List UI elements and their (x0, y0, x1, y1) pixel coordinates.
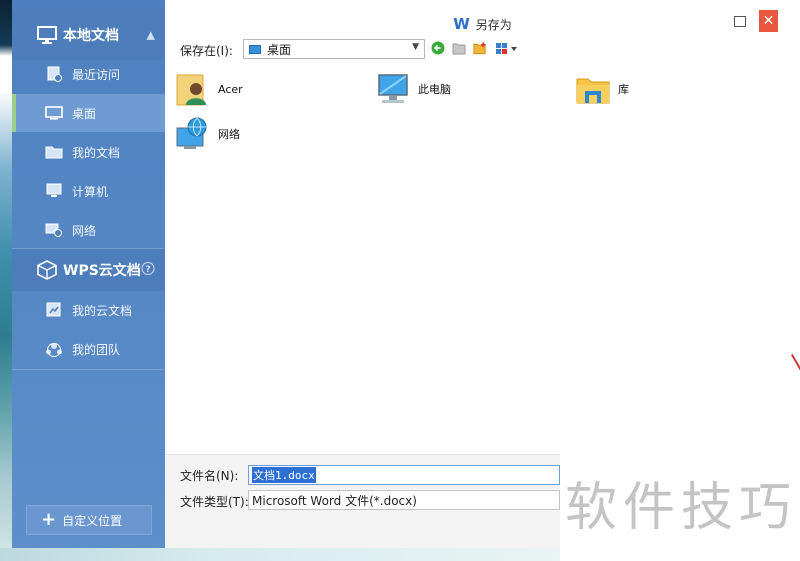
sidebar-item-team[interactable]: 我的团队 (12, 330, 165, 368)
filename-label: 文件名(N): (180, 469, 239, 483)
desktop-icon (249, 44, 261, 54)
save-in-label: 保存在(I): (180, 44, 233, 58)
user-folder-icon (175, 71, 211, 107)
help-icon[interactable]: ? (141, 262, 155, 279)
sidebar: 本地文档 ▲ 最近访问 桌面 我的文档 计算机 网络 WPS云文档 ? 我的云文… (12, 0, 165, 548)
filetype-label: 文件类型(T): (180, 495, 249, 509)
sidebar-item-label: 最近访问 (72, 67, 121, 82)
custom-location-button[interactable]: + 自定义位置 (26, 505, 152, 535)
cube-icon (37, 260, 57, 280)
file-item-this-pc[interactable]: 此电脑 (375, 71, 451, 107)
wps-writer-icon: W (453, 15, 470, 33)
file-item-network[interactable]: 网络 (175, 116, 240, 152)
sidebar-item-recent[interactable]: 最近访问 (12, 55, 165, 93)
chevron-down-icon: ▼ (412, 42, 419, 52)
monitor-icon (37, 25, 57, 45)
team-icon (45, 341, 63, 357)
local-docs-header[interactable]: 本地文档 ▲ (12, 10, 165, 60)
location-value: 桌面 (267, 42, 292, 57)
chevron-up-icon[interactable]: ▲ (147, 29, 155, 42)
custom-location-label: 自定义位置 (62, 513, 123, 528)
file-list: Acer 此电脑 库 网络 (165, 65, 800, 450)
documents-icon (45, 144, 63, 160)
new-folder-icon[interactable] (473, 41, 487, 55)
sidebar-item-desktop[interactable]: 桌面 (12, 94, 165, 132)
sidebar-item-label: 我的云文档 (72, 303, 133, 318)
close-icon: ✕ (762, 13, 775, 29)
wps-cloud-header[interactable]: WPS云文档 ? (12, 249, 165, 291)
file-name: 库 (618, 83, 629, 96)
desktop-icon (45, 105, 63, 121)
computer-icon (45, 183, 63, 199)
view-menu-icon[interactable] (495, 41, 519, 55)
sidebar-item-documents[interactable]: 我的文档 (12, 133, 165, 171)
svg-text:?: ? (145, 265, 150, 275)
network-icon (45, 222, 63, 238)
filename-value: 文档1.docx (252, 467, 316, 483)
filetype-value: Microsoft Word 文件(*.docx) (252, 493, 417, 508)
sidebar-item-label: 我的文档 (72, 145, 121, 160)
dialog-title: 另存为 (475, 17, 512, 32)
back-icon[interactable] (431, 41, 445, 55)
location-dropdown[interactable]: 桌面 ▼ (243, 39, 425, 59)
sidebar-item-label: 我的团队 (72, 342, 121, 357)
sidebar-item-computer[interactable]: 计算机 (12, 172, 165, 210)
sidebar-item-cloud-docs[interactable]: 我的云文档 (12, 291, 165, 329)
this-pc-icon (375, 71, 411, 107)
location-toolbar: 保存在(I): 桌面 ▼ (165, 38, 800, 60)
watermark-text: 软件技巧 (565, 478, 798, 538)
wps-cloud-title: WPS云文档 (63, 263, 141, 279)
sidebar-item-label: 桌面 (72, 106, 97, 121)
desktop-background-bottom (0, 548, 560, 561)
up-folder-icon[interactable] (452, 41, 466, 55)
close-button[interactable]: ✕ (759, 10, 778, 32)
file-item-acer[interactable]: Acer (175, 71, 243, 107)
file-name: 此电脑 (418, 83, 451, 96)
filetype-select[interactable]: Microsoft Word 文件(*.docx) (248, 490, 560, 510)
sidebar-item-network[interactable]: 网络 (12, 211, 165, 249)
local-docs-title: 本地文档 (63, 28, 119, 44)
file-item-library[interactable]: 库 (575, 71, 629, 107)
library-icon (575, 71, 611, 107)
maximize-button[interactable] (734, 16, 746, 27)
dialog-titlebar: W 另存为 (165, 12, 800, 36)
filename-input[interactable]: 文档1.docx (248, 465, 560, 485)
cloud-doc-icon (45, 302, 63, 318)
plus-icon: + (41, 509, 57, 530)
file-name: Acer (218, 82, 243, 96)
divider (12, 369, 165, 370)
network-globe-icon (175, 116, 211, 152)
file-name: 网络 (218, 128, 240, 141)
sidebar-item-label: 计算机 (72, 184, 109, 199)
recent-icon (45, 66, 63, 82)
sidebar-item-label: 网络 (72, 223, 97, 238)
